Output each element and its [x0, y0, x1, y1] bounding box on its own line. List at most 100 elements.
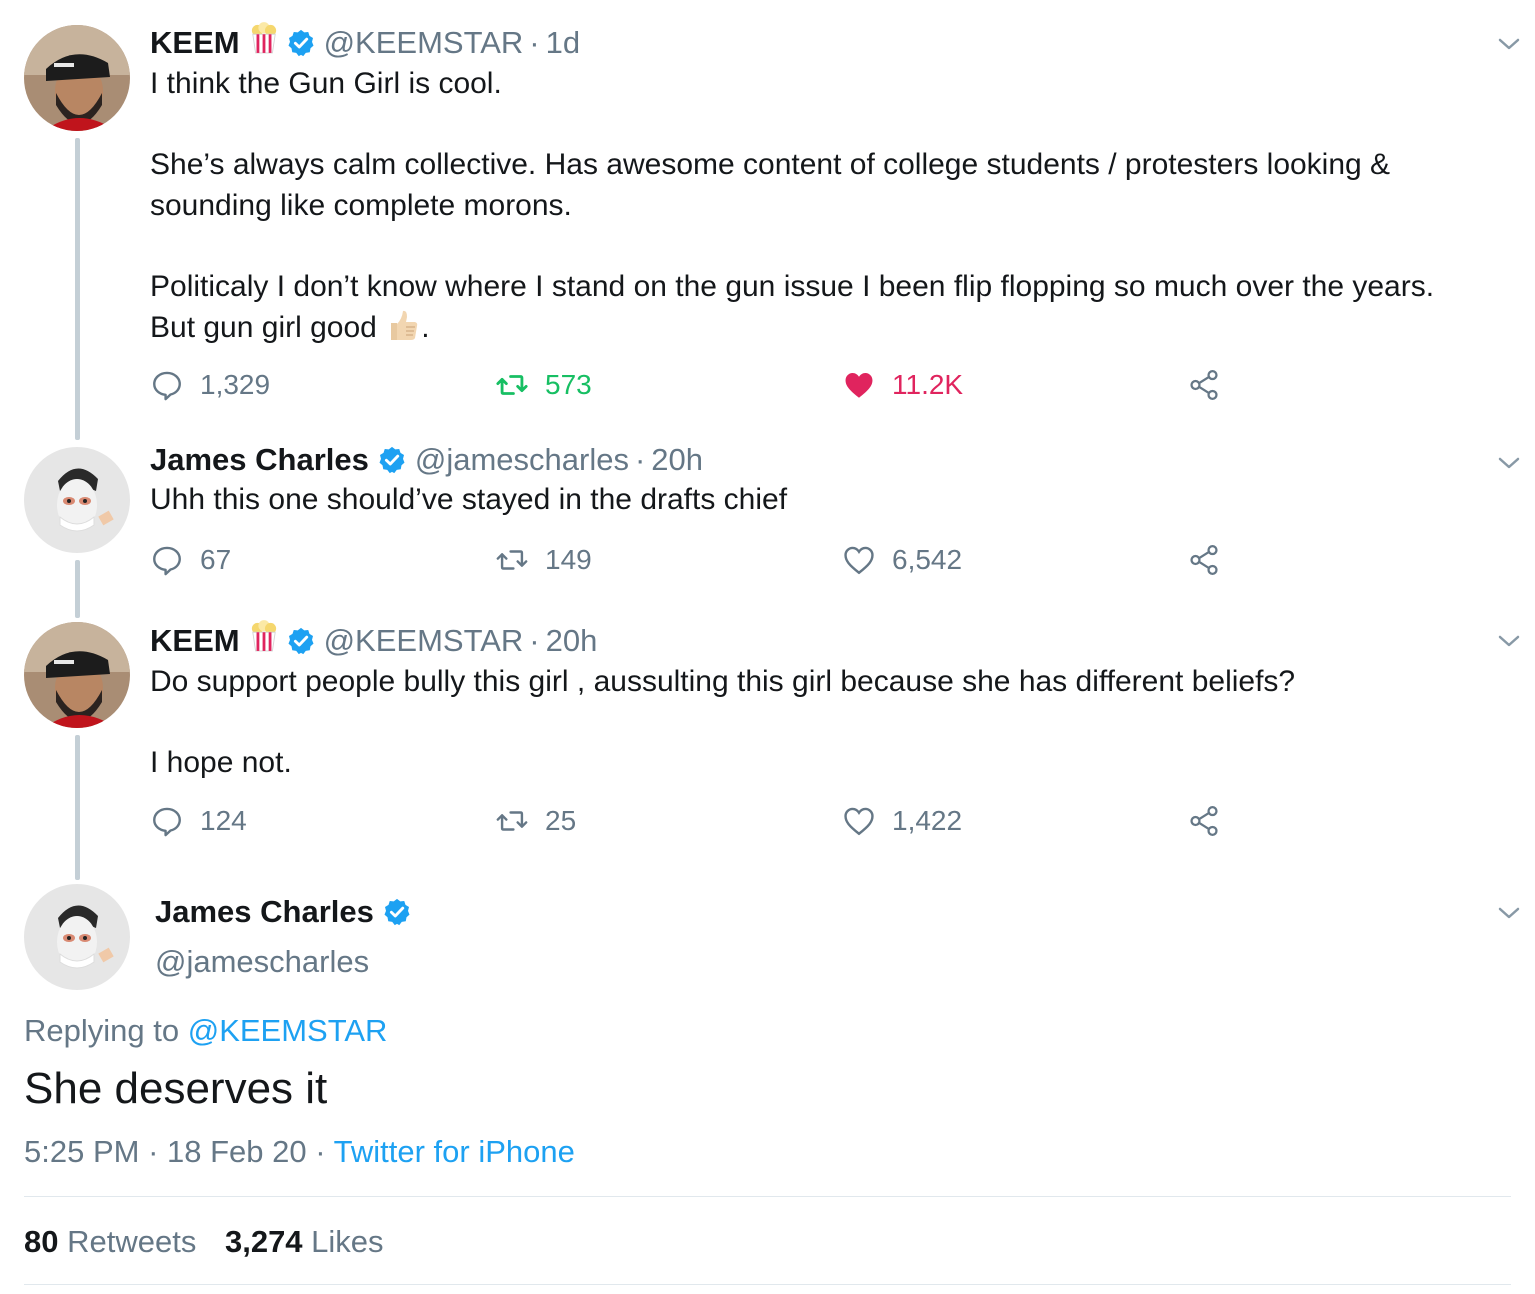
thread-connector — [75, 560, 80, 618]
tweet-text: I think the Gun Girl is cool. She’s alwa… — [150, 64, 1495, 355]
replying-prefix: Replying to — [24, 1013, 180, 1048]
tweet-actions: 1,329 573 11.2K — [150, 365, 1250, 405]
main-tweet-text: She deserves it — [24, 1064, 328, 1113]
tweet-line — [150, 105, 1495, 146]
reply-count: 67 — [200, 544, 232, 575]
avatar[interactable] — [24, 25, 130, 131]
author-handle[interactable]: @jamescharles — [155, 942, 1495, 982]
reply-button[interactable]: 124 — [150, 801, 247, 841]
author-handle[interactable]: @KEEMSTAR — [324, 621, 524, 661]
retweet-button[interactable]: 149 — [495, 540, 592, 580]
author-name[interactable]: KEEM — [150, 23, 240, 63]
divider — [24, 1284, 1511, 1285]
tweet-time[interactable]: 20h — [546, 621, 598, 661]
author-handle[interactable]: @jamescharles — [415, 440, 629, 480]
retweets-label: Retweets — [67, 1224, 197, 1259]
verified-icon — [382, 897, 412, 927]
avatar[interactable] — [24, 447, 130, 553]
separator-dot: · — [315, 1134, 326, 1169]
retweet-icon — [496, 550, 528, 570]
reply-count: 124 — [200, 805, 247, 836]
chevron-down-icon[interactable] — [1497, 451, 1521, 475]
popcorn-emoji — [250, 620, 278, 662]
chevron-down-icon[interactable] — [1497, 901, 1521, 925]
tweet-text: Do support people bully this girl , auss… — [150, 665, 1296, 779]
chevron-down-icon[interactable] — [1497, 629, 1521, 653]
retweets-stat[interactable]: 80 Retweets — [24, 1224, 196, 1259]
thread-connector — [75, 138, 80, 440]
retweet-count: 25 — [545, 805, 577, 836]
verified-icon — [286, 28, 316, 58]
tweet-meta: 5:25 PM · 18 Feb 20 · Twitter for iPhone — [24, 1134, 575, 1170]
share-icon — [1190, 544, 1218, 576]
like-count: 6,542 — [892, 544, 963, 575]
like-button[interactable]: 6,542 — [842, 540, 962, 580]
tweet[interactable]: KEEM @KEEMSTAR · 1d I think the Gun Girl… — [150, 22, 1495, 355]
separator-dot: · — [529, 25, 540, 60]
tweet-line-text: But gun girl good — [150, 311, 377, 344]
main-tweet-author[interactable]: James Charles @jamescharles — [155, 892, 1495, 982]
share-button[interactable] — [1187, 540, 1237, 580]
tweet-line: sounding like complete morons. — [150, 188, 572, 222]
replying-to: Replying to @KEEMSTAR — [24, 1013, 387, 1049]
like-count: 11.2K — [892, 369, 964, 400]
thread-view: KEEM @KEEMSTAR · 1d I think the Gun Girl… — [0, 0, 1535, 1294]
share-button[interactable] — [1187, 365, 1237, 405]
tweet-time[interactable]: 1d — [546, 23, 580, 63]
replying-mention[interactable]: @KEEMSTAR — [188, 1013, 388, 1048]
tweet-line — [150, 226, 1495, 267]
like-count: 1,422 — [892, 805, 963, 836]
tweet-time[interactable]: 5:25 PM — [24, 1134, 139, 1169]
tweet-source[interactable]: Twitter for iPhone — [334, 1134, 575, 1169]
retweets-count: 80 — [24, 1224, 59, 1259]
retweet-button[interactable]: 573 — [495, 365, 592, 405]
tweet-header: KEEM @KEEMSTAR · 1d — [150, 22, 1495, 64]
tweet[interactable]: James Charles @jamescharles · 20h Uhh th… — [150, 440, 1495, 521]
reply-button[interactable]: 67 — [150, 540, 231, 580]
share-button[interactable] — [1187, 801, 1237, 841]
avatar[interactable] — [24, 622, 130, 728]
like-icon — [845, 372, 873, 398]
divider — [24, 1196, 1511, 1197]
author-handle[interactable]: @KEEMSTAR — [324, 23, 524, 63]
retweet-button[interactable]: 25 — [495, 801, 576, 841]
tweet-line: I think the Gun Girl is cool. — [150, 67, 502, 100]
author-name[interactable]: James Charles — [150, 440, 369, 480]
tweet-actions: 67 149 6,542 — [150, 540, 1250, 580]
reply-count: 1,329 — [200, 369, 271, 400]
tweet[interactable]: KEEM @KEEMSTAR · 20h Do support people b… — [150, 620, 1495, 784]
tweet-line: Politicaly I don’t know where I stand on… — [150, 269, 1435, 303]
tweet-line: She’s always calm collective. Has awesom… — [150, 148, 1391, 181]
avatar[interactable] — [24, 884, 130, 990]
tweet-time[interactable]: 20h — [651, 440, 703, 480]
thumbs-up-emoji — [385, 307, 421, 355]
verified-icon — [377, 445, 407, 475]
likes-stat[interactable]: 3,274 Likes — [225, 1224, 384, 1259]
reply-button[interactable]: 1,329 — [150, 365, 270, 405]
popcorn-emoji — [250, 22, 278, 64]
separator-dot: · — [634, 442, 646, 477]
tweet-header: James Charles — [155, 892, 1495, 932]
tweet-text: Uhh this one should’ve stayed in the dra… — [150, 483, 788, 516]
separator-dot: · — [148, 1134, 159, 1169]
reply-icon — [153, 546, 181, 576]
author-name[interactable]: James Charles — [155, 892, 374, 932]
separator-dot: · — [529, 623, 540, 658]
thread-connector — [75, 735, 80, 880]
tweet-actions: 124 25 1,422 — [150, 801, 1250, 841]
chevron-down-icon[interactable] — [1497, 32, 1521, 56]
share-icon — [1190, 369, 1218, 401]
author-name[interactable]: KEEM — [150, 621, 240, 661]
tweet-header: KEEM @KEEMSTAR · 20h — [150, 620, 1495, 662]
retweet-icon — [496, 811, 528, 831]
reply-icon — [153, 371, 181, 401]
tweet-date[interactable]: 18 Feb 20 — [167, 1134, 307, 1169]
like-button[interactable]: 11.2K — [842, 365, 963, 405]
tweet-header: James Charles @jamescharles · 20h — [150, 440, 1495, 480]
retweet-count: 149 — [545, 544, 592, 575]
like-icon — [844, 546, 874, 575]
likes-count: 3,274 — [224, 1224, 303, 1259]
share-icon — [1190, 805, 1218, 837]
like-button[interactable]: 1,422 — [842, 801, 962, 841]
reply-icon — [153, 807, 181, 837]
